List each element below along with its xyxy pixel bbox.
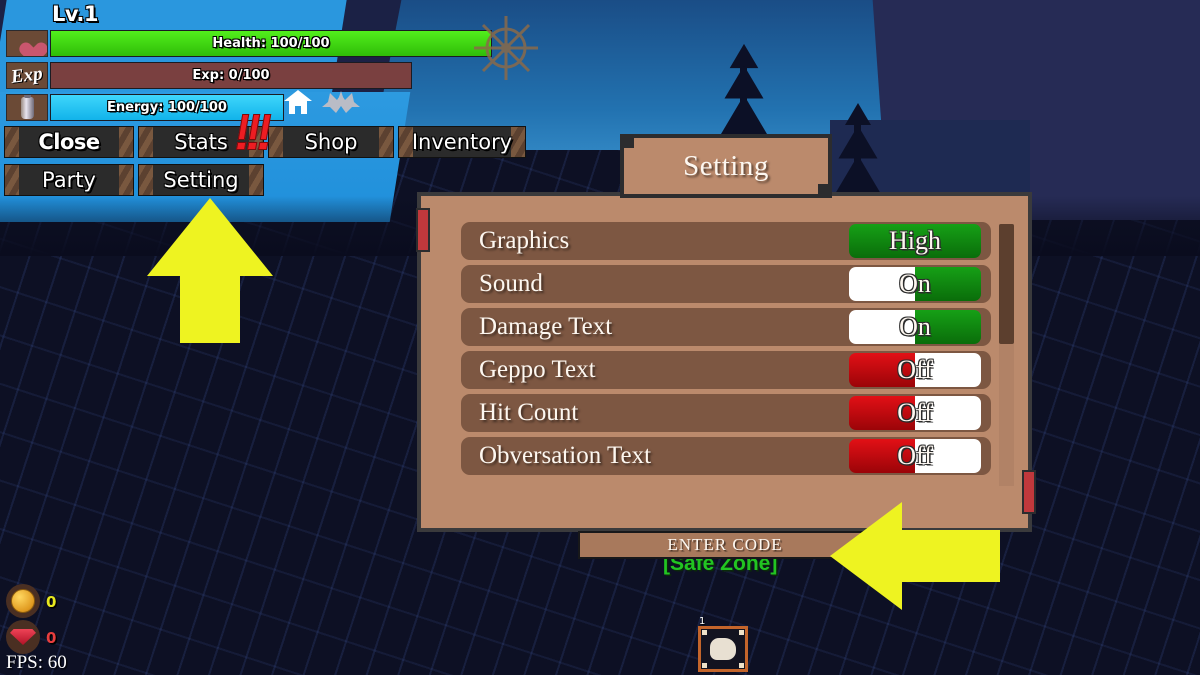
settings-toggle-hit-count[interactable]: Off — [849, 396, 981, 430]
settings-toggle-value-sound: On — [899, 269, 931, 298]
menu-button-setting-label: Setting — [163, 168, 239, 192]
menu-button-shop-label: Shop — [304, 130, 358, 154]
settings-toggle-obversation-text[interactable]: Off — [849, 439, 981, 473]
notification-badge-icon — [237, 114, 272, 140]
title-corner-topleft — [624, 138, 634, 148]
hotbar-corner-tl — [702, 630, 707, 635]
settings-row-label-sound: Sound — [479, 270, 543, 297]
level-label: Lv.1 — [52, 2, 98, 26]
enter-code-button[interactable]: ENTER CODE — [578, 531, 872, 559]
exp-icon-label: Exp — [9, 62, 44, 88]
hotbar-corner-tr — [739, 630, 744, 635]
menu-button-party-label: Party — [42, 168, 96, 192]
coin-icon — [6, 584, 40, 618]
game-screen: Lv.1 Health: 100/100 Exp Exp: 0/100 Ener… — [0, 0, 1200, 675]
settings-toggle-graphics[interactable]: High — [849, 224, 981, 258]
menu-button-close[interactable]: Close — [4, 126, 134, 158]
settings-scrollbar-thumb[interactable] — [999, 224, 1014, 344]
settings-toggle-sound[interactable]: On — [849, 267, 981, 301]
menu-button-stats-label: Stats — [174, 130, 228, 154]
menu-button-close-label: Close — [38, 130, 100, 154]
settings-toggle-value-hit-count: Off — [897, 398, 933, 427]
bat-icon[interactable] — [322, 88, 360, 116]
enter-code-label: ENTER CODE — [667, 535, 783, 554]
settings-panel: Graphics High Sound On Damage Text On Geppo Te… — [417, 192, 1032, 532]
hotbar-corner-br — [739, 663, 744, 668]
highlight-arrow-up — [147, 198, 273, 343]
settings-row-label-hit-count: Hit Count — [479, 399, 579, 426]
panel-tab-right — [1022, 470, 1036, 514]
settings-toggle-damage-text[interactable]: On — [849, 310, 981, 344]
health-bar-track: Health: 100/100 — [50, 30, 492, 57]
gem-icon — [6, 620, 40, 654]
settings-row-obversation-text: Obversation Text Off — [461, 437, 991, 475]
menu-button-inventory[interactable]: Inventory — [398, 126, 526, 158]
hotbar-slot-1[interactable]: 1 — [698, 616, 748, 672]
settings-toggle-geppo-text[interactable]: Off — [849, 353, 981, 387]
house-icon[interactable] — [283, 89, 313, 115]
settings-toggle-value-damage-text: On — [899, 312, 931, 341]
settings-row-label-graphics: Graphics — [479, 227, 570, 254]
fist-icon — [710, 638, 736, 660]
settings-row-graphics: Graphics High — [461, 222, 991, 260]
panel-tab-left — [416, 208, 430, 252]
settings-row-geppo-text: Geppo Text Off — [461, 351, 991, 389]
settings-rows-container: Graphics High Sound On Damage Text On Geppo Te… — [461, 222, 991, 480]
exp-icon: Exp — [6, 62, 48, 89]
settings-toggle-value-graphics: High — [889, 226, 941, 255]
settings-toggle-value-geppo-text: Off — [897, 355, 933, 384]
settings-row-damage-text: Damage Text On — [461, 308, 991, 346]
bottle-icon — [6, 94, 48, 121]
menu-button-setting[interactable]: Setting — [138, 164, 264, 196]
highlight-arrow-left — [830, 502, 1000, 610]
settings-toggle-value-obversation-text: Off — [897, 441, 933, 470]
ship-wheel-icon — [474, 16, 538, 80]
settings-title-text: Setting — [683, 149, 769, 182]
menu-button-party[interactable]: Party — [4, 164, 134, 196]
hotbar-slot-number: 1 — [699, 616, 706, 627]
settings-row-label-damage-text: Damage Text — [479, 313, 613, 340]
settings-row-sound: Sound On — [461, 265, 991, 303]
heart-icon — [6, 30, 48, 57]
settings-row-label-obversation-text: Obversation Text — [479, 442, 652, 469]
settings-scrollbar[interactable] — [999, 224, 1014, 486]
settings-title-bar: Setting — [620, 134, 832, 198]
coin-amount: 0 — [46, 593, 57, 611]
hotbar-corner-bl — [702, 663, 707, 668]
gem-amount: 0 — [46, 629, 57, 647]
menu-button-inventory-label: Inventory — [411, 130, 513, 154]
health-bar-text: Health: 100/100 — [212, 36, 330, 51]
exp-bar-text: Exp: 0/100 — [192, 68, 270, 83]
fps-counter: FPS: 60 — [6, 652, 67, 673]
title-corner-bottomright — [818, 184, 828, 194]
settings-row-hit-count: Hit Count Off — [461, 394, 991, 432]
exp-bar-track: Exp: 0/100 — [50, 62, 412, 89]
menu-button-shop[interactable]: Shop — [268, 126, 394, 158]
menu-row-secondary: Party Setting — [4, 164, 264, 196]
settings-row-label-geppo-text: Geppo Text — [479, 356, 596, 383]
